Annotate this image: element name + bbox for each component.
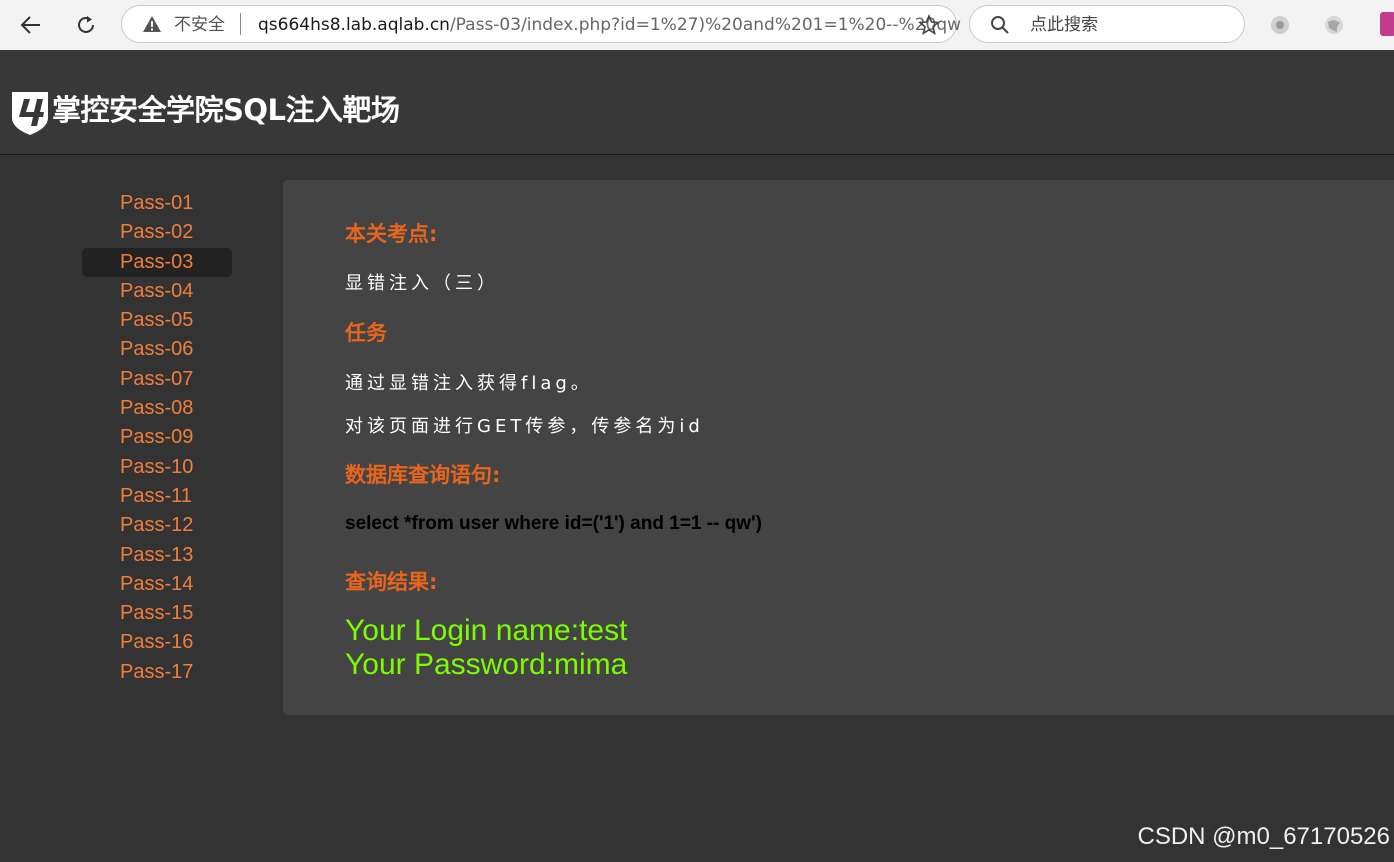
exam-text: 显错注入（三）: [345, 273, 499, 294]
sidebar-item-pass-08[interactable]: Pass-08: [82, 394, 232, 423]
insecure-label[interactable]: 不安全: [174, 15, 225, 35]
sidebar-item-pass-06[interactable]: Pass-06: [82, 335, 232, 364]
reload-button[interactable]: [70, 9, 102, 41]
arrow-left-icon: [20, 16, 40, 34]
pass-sidebar: Pass-01 Pass-02 Pass-03 Pass-04 Pass-05 Pass-…: [82, 189, 232, 687]
url-text[interactable]: qs664hs8.lab.aqlab.cn/Pass-03/index.php?…: [258, 15, 961, 35]
url-host: qs664hs8.lab.aqlab.cn: [258, 15, 450, 35]
task-line-2: 对该页面进行GET传参，传参名为id: [345, 416, 704, 437]
sidebar-item-pass-01[interactable]: Pass-01: [82, 189, 232, 218]
content-panel: 本关考点: 显错注入（三） 任务 通过显错注入获得flag。 对该页面进行GET…: [283, 180, 1394, 715]
reload-icon: [78, 16, 94, 33]
sidebar-item-pass-05[interactable]: Pass-05: [82, 306, 232, 335]
globe-icon[interactable]: [1323, 14, 1345, 36]
sidebar-item-pass-04[interactable]: Pass-04: [82, 277, 232, 306]
site-header: 掌控安全学院SQL注入靶场: [0, 50, 1394, 155]
search-placeholder: 点此搜索: [1030, 15, 1098, 35]
search-box[interactable]: 点此搜索: [969, 5, 1245, 43]
address-bar[interactable]: 不安全 qs664hs8.lab.aqlab.cn/Pass-03/index.…: [121, 5, 961, 43]
extension-badge-icon[interactable]: [1380, 12, 1394, 36]
sidebar-item-pass-10[interactable]: Pass-10: [82, 453, 232, 482]
sidebar-item-pass-16[interactable]: Pass-16: [82, 628, 232, 657]
sidebar-item-pass-11[interactable]: Pass-11: [82, 482, 232, 511]
query-text: select *from user where id=('1') and 1=1…: [345, 513, 762, 534]
url-path: /Pass-03/index.php?id=1%27)%20and%201=1%…: [449, 15, 962, 35]
result-login-name: Your Login name:test: [345, 614, 628, 647]
csdn-watermark: CSDN @m0_67170526: [1137, 823, 1390, 850]
sidebar-item-pass-02[interactable]: Pass-02: [82, 218, 232, 247]
task-heading: 任务: [345, 321, 387, 345]
sidebar-item-pass-09[interactable]: Pass-09: [82, 423, 232, 452]
result-heading: 查询结果:: [345, 570, 438, 594]
browser-toolbar: 不安全 qs664hs8.lab.aqlab.cn/Pass-03/index.…: [0, 0, 1394, 51]
exam-heading: 本关考点:: [345, 222, 438, 246]
extension-icon[interactable]: [1269, 14, 1291, 36]
sidebar-item-pass-15[interactable]: Pass-15: [82, 599, 232, 628]
search-icon: [991, 16, 1009, 34]
star-icon[interactable]: [918, 14, 940, 36]
sidebar-item-pass-12[interactable]: Pass-12: [82, 511, 232, 540]
sidebar-item-pass-14[interactable]: Pass-14: [82, 570, 232, 599]
sidebar-item-pass-17[interactable]: Pass-17: [82, 658, 232, 687]
address-separator: [240, 13, 241, 35]
sidebar-item-pass-13[interactable]: Pass-13: [82, 541, 232, 570]
task-line-1: 通过显错注入获得flag。: [345, 373, 593, 394]
sidebar-item-pass-03[interactable]: Pass-03: [82, 247, 232, 277]
sidebar-item-pass-07[interactable]: Pass-07: [82, 365, 232, 394]
back-button[interactable]: [15, 9, 47, 41]
query-heading: 数据库查询语句:: [345, 463, 501, 487]
result-password: Your Password:mima: [345, 648, 628, 681]
site-logo-text: 掌控安全学院SQL注入靶场: [52, 93, 400, 127]
warning-triangle-icon: [143, 16, 161, 32]
shield-logo-icon: [12, 92, 48, 135]
